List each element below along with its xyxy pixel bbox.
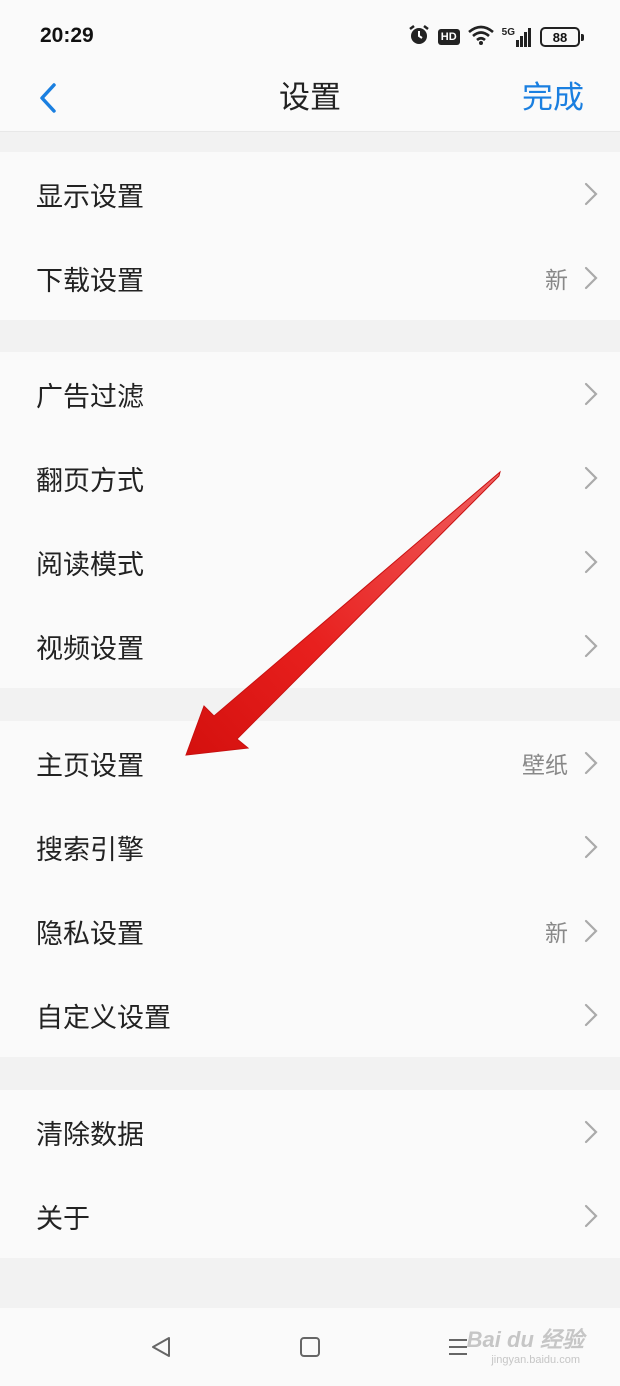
settings-group-reading: 广告过滤 翻页方式 阅读模式 视频设置 [0,352,620,688]
settings-item-clear-data[interactable]: 清除数据 [0,1090,620,1174]
status-bar: 20:29 HD 5G 88 [0,0,620,70]
settings-item-label: 阅读模式 [36,549,144,581]
settings-item-label: 关于 [36,1203,90,1235]
chevron-right-icon [584,382,598,406]
hd-icon: HD [437,29,460,45]
settings-item-about[interactable]: 关于 [0,1174,620,1258]
settings-item-video[interactable]: 视频设置 [0,604,620,688]
settings-group-display: 显示设置 下载设置 新 [0,152,620,320]
alarm-icon [408,24,430,50]
settings-item-homepage[interactable]: 主页设置 壁纸 [0,721,620,805]
done-button[interactable]: 完成 [522,78,584,118]
triangle-back-icon [152,1337,170,1357]
settings-item-search-engine[interactable]: 搜索引擎 [0,805,620,889]
settings-item-label: 广告过滤 [36,381,144,413]
settings-item-ad-filter[interactable]: 广告过滤 [0,352,620,436]
settings-item-label: 下载设置 [36,265,144,297]
settings-group-data: 清除数据 关于 [0,1090,620,1258]
settings-item-label: 主页设置 [36,750,144,782]
new-badge: 新 [545,921,568,947]
chevron-right-icon [584,1003,598,1027]
chevron-right-icon [584,751,598,775]
system-back-button[interactable] [146,1332,176,1362]
chevron-right-icon [584,634,598,658]
chevron-right-icon [584,466,598,490]
settings-item-label: 显示设置 [36,181,144,213]
settings-item-reading-mode[interactable]: 阅读模式 [0,520,620,604]
chevron-right-icon [584,1120,598,1144]
status-time: 20:29 [40,24,94,47]
settings-item-label: 视频设置 [36,633,144,665]
settings-item-label: 搜索引擎 [36,834,144,866]
wifi-icon [467,25,494,49]
new-badge: 新 [545,268,568,294]
settings-item-download[interactable]: 下载设置 新 [0,236,620,320]
chevron-right-icon [584,266,598,290]
settings-item-label: 自定义设置 [36,1002,171,1034]
settings-item-privacy[interactable]: 隐私设置 新 [0,889,620,973]
chevron-right-icon [584,919,598,943]
wallpaper-value: 壁纸 [522,753,568,779]
battery-indicator: 88 [540,27,584,47]
signal-icon: 5G [502,27,532,47]
settings-item-page-turn[interactable]: 翻页方式 [0,436,620,520]
settings-item-label: 翻页方式 [36,465,144,497]
settings-group-home: 主页设置 壁纸 搜索引擎 隐私设置 新 自定义设置 [0,721,620,1057]
settings-item-label: 隐私设置 [36,918,144,950]
nav-bar: 设置 完成 [0,70,620,132]
chevron-right-icon [584,550,598,574]
chevron-right-icon [584,182,598,206]
chevron-right-icon [584,1204,598,1228]
chevron-right-icon [584,835,598,859]
network-type-label: 5G [501,27,515,38]
baidu-watermark-url: jingyan.baidu.com [491,1354,580,1366]
square-home-icon [300,1337,320,1357]
system-home-button[interactable] [295,1332,325,1362]
settings-item-custom[interactable]: 自定义设置 [0,973,620,1057]
status-icons: HD 5G 88 [408,24,584,50]
settings-item-display[interactable]: 显示设置 [0,152,620,236]
settings-item-label: 清除数据 [36,1119,144,1151]
baidu-watermark: Bai du 经验 [466,1327,584,1352]
